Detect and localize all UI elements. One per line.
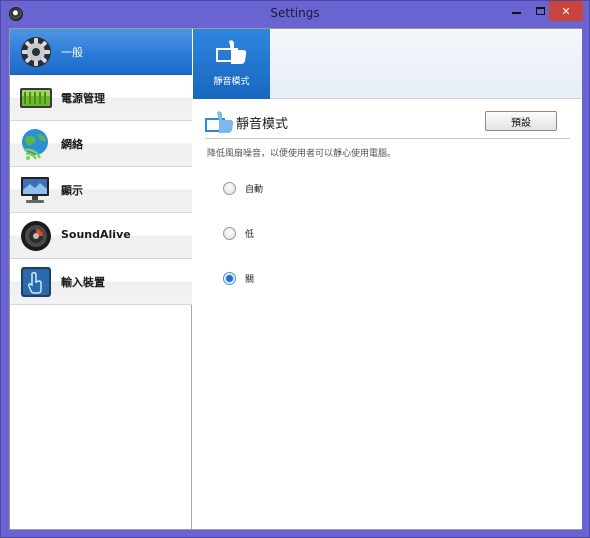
radio-auto[interactable] <box>223 182 236 195</box>
tab-silent-mode[interactable]: 靜音模式 <box>193 29 270 99</box>
divider <box>205 138 570 139</box>
sidebar-item-soundalive[interactable]: SoundAlive <box>10 213 192 259</box>
sidebar-item-label: 網絡 <box>61 138 83 151</box>
sidebar-item-label: 顯示 <box>61 184 83 197</box>
sidebar-item-label: SoundAlive <box>61 228 131 241</box>
client-area: 一般 電源管理 網絡 顯示 SoundAlive 輸入裝置 靜音模式 靜音模式 … <box>9 28 582 530</box>
speaker-icon <box>21 221 51 251</box>
sidebar-item-general[interactable]: 一般 <box>10 29 192 75</box>
display-icon <box>21 177 49 203</box>
radio-label: 關 <box>245 275 255 285</box>
radio-label: 低 <box>245 230 255 240</box>
close-icon: ✕ <box>561 4 571 18</box>
gear-icon <box>21 37 51 67</box>
sidebar-item-network[interactable]: 網絡 <box>10 121 192 167</box>
sidebar-item-label: 輸入裝置 <box>61 276 105 289</box>
sidebar-item-power[interactable]: 電源管理 <box>10 75 192 121</box>
silent-mode-icon <box>205 111 234 133</box>
silent-fan-icon <box>216 40 247 64</box>
touch-icon <box>21 267 51 297</box>
radio-low[interactable] <box>223 227 236 240</box>
radio-label: 自動 <box>245 185 264 195</box>
sidebar-item-label: 電源管理 <box>61 92 105 105</box>
battery-icon <box>20 88 52 108</box>
tab-bar: 靜音模式 <box>193 29 582 99</box>
tab-label: 靜音模式 <box>213 77 250 87</box>
main-panel: 靜音模式 靜音模式 預設 降低風扇噪音，以便使用者可以靜心使用電腦。 自動 低 <box>193 29 582 529</box>
default-button[interactable]: 預設 <box>485 111 557 131</box>
description: 降低風扇噪音，以便使用者可以靜心使用電腦。 <box>207 149 397 159</box>
settings-window: Settings ✕ 一般 電源管理 網絡 顯示 SoundAlive 輸入裝置… <box>0 0 590 538</box>
window-title: Settings <box>270 6 320 20</box>
sidebar-item-display[interactable]: 顯示 <box>10 167 192 213</box>
sidebar: 一般 電源管理 網絡 顯示 SoundAlive 輸入裝置 <box>10 29 192 529</box>
minimize-button[interactable] <box>503 1 529 21</box>
radio-off[interactable] <box>223 272 236 285</box>
minimize-icon <box>511 12 521 14</box>
section-title: 靜音模式 <box>236 117 289 132</box>
globe-wifi-icon <box>22 129 48 160</box>
sidebar-item-label: 一般 <box>61 46 83 59</box>
sidebar-item-input-device[interactable]: 輸入裝置 <box>10 259 192 305</box>
maximize-icon <box>535 7 545 15</box>
close-button[interactable]: ✕ <box>549 1 583 21</box>
title-bar[interactable]: Settings ✕ <box>1 1 589 27</box>
